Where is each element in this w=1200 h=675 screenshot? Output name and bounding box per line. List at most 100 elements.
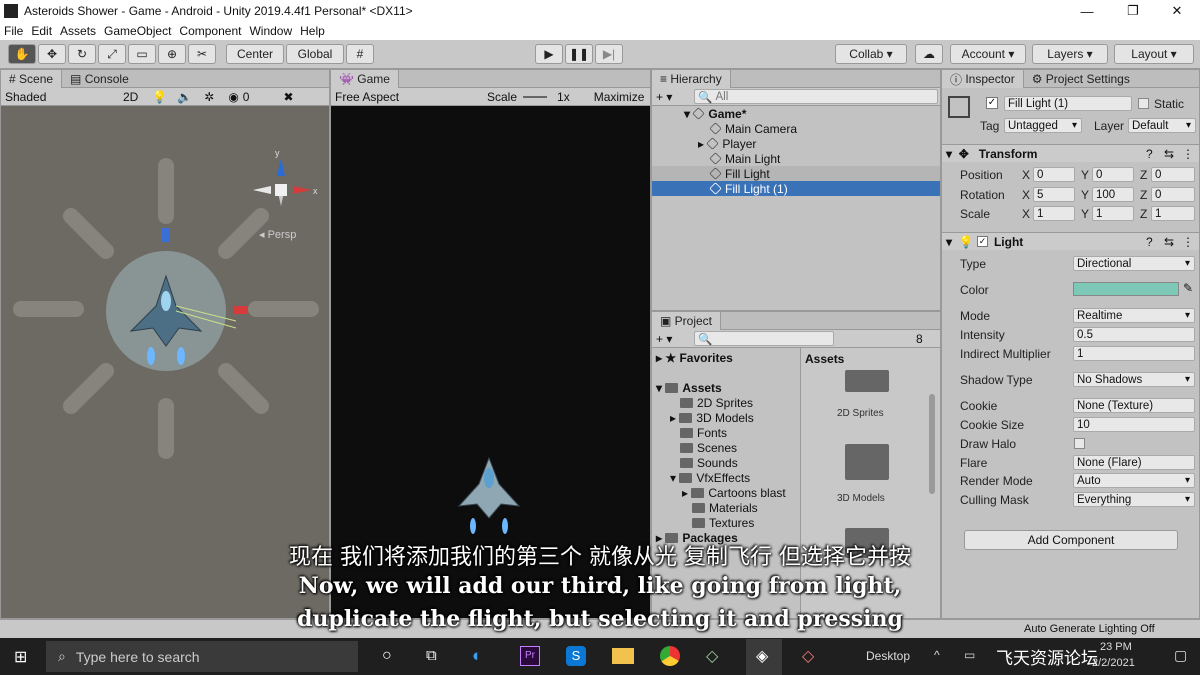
pause-button[interactable]: ❚❚	[565, 44, 593, 64]
folder-icon[interactable]	[845, 370, 889, 392]
help-icon[interactable]: ?	[1146, 147, 1153, 161]
layers-dropdown[interactable]: Layers ▾	[1032, 44, 1108, 64]
indirect-multiplier-field[interactable]: 1	[1073, 346, 1195, 361]
folder-icon[interactable]	[845, 444, 889, 480]
grid-item-2d-sprites[interactable]: 2D Sprites	[837, 408, 884, 419]
cookie-field[interactable]: None (Texture)	[1073, 398, 1195, 413]
menu-window[interactable]: Window	[245, 24, 296, 38]
menu-assets[interactable]: Assets	[56, 24, 100, 38]
task-view-icon[interactable]: ⧉	[426, 647, 437, 664]
restore-icon[interactable]: ❐	[1110, 0, 1156, 22]
folder-fonts[interactable]: Fonts	[652, 425, 798, 440]
cloud-icon[interactable]: ☁	[915, 44, 943, 64]
intensity-field[interactable]: 0.5	[1073, 327, 1195, 342]
skype-icon[interactable]: S	[566, 646, 586, 666]
flare-field[interactable]: None (Flare)	[1073, 455, 1195, 470]
eyedropper-icon[interactable]: ✎	[1183, 281, 1193, 295]
tools-icon[interactable]: ✖	[283, 90, 293, 104]
hierarchy-item-fill-light[interactable]: Fill Light	[652, 166, 940, 181]
persp-label[interactable]: ◂ Persp	[259, 228, 296, 241]
tab-project[interactable]: ▣ Project	[652, 312, 722, 330]
move-tool-icon[interactable]: ✥	[38, 44, 66, 64]
taskbar-search-input[interactable]: ⌕ Type here to search	[46, 641, 358, 672]
tab-console[interactable]: ▤ Console	[62, 70, 137, 88]
hand-tool-icon[interactable]: ✋	[8, 44, 36, 64]
light-header[interactable]: ▾ 💡 ✓ Light ? ⇆ ⋮	[942, 232, 1199, 250]
pivot-center-button[interactable]: Center	[226, 44, 284, 64]
edge-icon[interactable]: ◐	[472, 646, 482, 666]
menu-help[interactable]: Help	[296, 24, 329, 38]
tab-inspector[interactable]: ⓘ Inspector	[942, 70, 1024, 88]
aspect-dropdown[interactable]: Free Aspect	[335, 90, 483, 104]
favorites-item[interactable]: ▸ ★ Favorites	[652, 350, 798, 365]
tab-hierarchy[interactable]: ≡ Hierarchy	[652, 70, 731, 88]
effects-icon[interactable]: ✲	[204, 90, 214, 104]
layout-dropdown[interactable]: Layout ▾	[1114, 44, 1194, 64]
tab-game[interactable]: 👾 Game	[331, 70, 399, 88]
project-create-icon[interactable]: + ▾	[656, 332, 672, 346]
transform-tool-icon[interactable]: ⊕	[158, 44, 186, 64]
position-y-field[interactable]: 0	[1092, 167, 1134, 182]
tab-scene[interactable]: # Scene	[1, 70, 63, 88]
presets-icon[interactable]: ⇆	[1164, 147, 1174, 161]
draw-halo-checkbox[interactable]	[1074, 438, 1085, 449]
static-checkbox[interactable]	[1138, 98, 1149, 109]
close-icon[interactable]: ✕	[1154, 0, 1200, 22]
hierarchy-item-fill-light-1[interactable]: Fill Light (1)	[652, 181, 940, 196]
tag-dropdown[interactable]: Untagged	[1004, 118, 1082, 133]
play-button[interactable]: ▶	[535, 44, 563, 64]
help-icon[interactable]: ?	[1146, 235, 1153, 249]
hierarchy-item-player[interactable]: ▸ Player	[652, 136, 940, 151]
chevron-up-icon[interactable]: ^	[934, 648, 940, 662]
windows-start-icon[interactable]: ⊞	[14, 647, 27, 667]
culling-mask-dropdown[interactable]: Everything	[1073, 492, 1195, 507]
folder-3d-models[interactable]: ▸ 3D Models	[652, 410, 798, 425]
more-icon[interactable]: ⋮	[1182, 147, 1194, 161]
scale-y-field[interactable]: 1	[1092, 206, 1134, 221]
rect-tool-icon[interactable]: ▭	[128, 44, 156, 64]
hierarchy-item-main-camera[interactable]: Main Camera	[652, 121, 940, 136]
presets-icon[interactable]: ⇆	[1164, 235, 1174, 249]
cortana-icon[interactable]: ○	[382, 647, 392, 665]
folder-materials[interactable]: Materials	[652, 500, 798, 515]
menu-edit[interactable]: Edit	[27, 24, 56, 38]
grid-item-3d-models[interactable]: 3D Models	[837, 493, 885, 504]
audio-icon[interactable]: 🔈	[177, 90, 192, 104]
premiere-icon[interactable]: Pr	[520, 646, 540, 666]
rotation-x-field[interactable]: 5	[1033, 187, 1075, 202]
more-icon[interactable]: ⋮	[1182, 235, 1194, 249]
render-mode-dropdown[interactable]: Auto	[1073, 473, 1195, 488]
light-color-swatch[interactable]	[1073, 282, 1179, 296]
rotate-tool-icon[interactable]: ↻	[68, 44, 96, 64]
assets-item[interactable]: ▾ Assets	[652, 380, 798, 395]
shadow-type-dropdown[interactable]: No Shadows	[1073, 372, 1195, 387]
hierarchy-search-input[interactable]: 🔍 All	[694, 89, 938, 104]
file-explorer-icon[interactable]	[612, 648, 634, 664]
project-search-input[interactable]: 🔍	[694, 331, 834, 346]
folder-vfxeffects[interactable]: ▾ VfxEffects	[652, 470, 798, 485]
grid-scrollbar[interactable]	[929, 394, 935, 494]
account-dropdown[interactable]: Account ▾	[950, 44, 1026, 64]
rotation-z-field[interactable]: 0	[1151, 187, 1195, 202]
scale-x-field[interactable]: 1	[1033, 206, 1075, 221]
light-mode-dropdown[interactable]: Realtime	[1073, 308, 1195, 323]
scale-z-field[interactable]: 1	[1151, 206, 1195, 221]
layer-dropdown[interactable]: Default	[1128, 118, 1196, 133]
transform-header[interactable]: ▾ ✥ Transform ? ⇆ ⋮	[942, 144, 1199, 162]
tab-project-settings[interactable]: ⚙ Project Settings	[1024, 70, 1138, 88]
scale-slider[interactable]	[523, 95, 548, 98]
folder-scenes[interactable]: Scenes	[652, 440, 798, 455]
step-button[interactable]: ▶|	[595, 44, 623, 64]
custom-tool-icon[interactable]: ✂	[188, 44, 216, 64]
pivot-global-button[interactable]: Global	[286, 44, 344, 64]
light-enabled-checkbox[interactable]: ✓	[976, 236, 988, 247]
rotation-y-field[interactable]: 100	[1092, 187, 1134, 202]
lighting-icon[interactable]: 💡	[152, 90, 167, 104]
collab-dropdown[interactable]: Collab ▾	[835, 44, 907, 64]
app-icon[interactable]: ◇	[802, 646, 814, 666]
snap-icon[interactable]: #	[346, 44, 374, 64]
folder-cartoons-blast[interactable]: ▸ Cartoons blast	[652, 485, 798, 500]
notification-icon[interactable]: ▢	[1174, 647, 1187, 664]
menu-gameobject[interactable]: GameObject	[100, 24, 175, 38]
folder-2d-sprites[interactable]: 2D Sprites	[652, 395, 798, 410]
